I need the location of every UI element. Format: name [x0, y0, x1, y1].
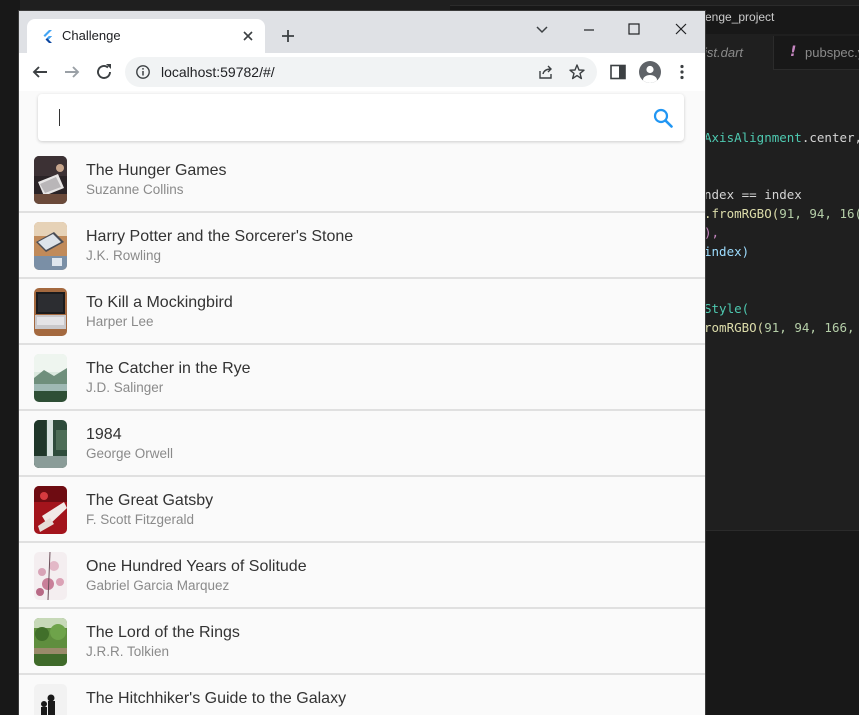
code-line: romRGBO(91, 94, 166, 1: [704, 320, 855, 335]
book-cover-image: [34, 486, 67, 534]
tab-title: Challenge: [62, 28, 121, 43]
book-cover-image: [34, 420, 67, 468]
share-icon[interactable]: [537, 63, 555, 81]
code-line: AxisAlignment.center,: [704, 130, 859, 145]
list-item[interactable]: 1984 George Orwell: [19, 411, 705, 477]
list-item[interactable]: The Great Gatsby F. Scott Fitzgerald: [19, 477, 705, 543]
list-item[interactable]: Harry Potter and the Sorcerer's Stone J.…: [19, 213, 705, 279]
code-line: ),: [704, 225, 720, 240]
search-input[interactable]: [58, 104, 638, 132]
person-icon: [643, 65, 657, 83]
search-icon[interactable]: [652, 107, 674, 129]
book-title: Harry Potter and the Sorcerer's Stone: [86, 228, 354, 245]
address-bar[interactable]: localhost:59782/#/: [125, 57, 597, 87]
book-title: The Hunger Games: [86, 162, 227, 179]
code-line: .fromRGBO(91, 94, 16(: [704, 206, 859, 221]
reload-icon[interactable]: [92, 60, 116, 84]
ide-tab-label: ist.dart: [704, 45, 744, 60]
book-title: The Great Gatsby: [86, 492, 214, 509]
chevron-down-icon[interactable]: [525, 16, 559, 44]
profile-icon[interactable]: [639, 61, 661, 83]
book-author: Gabriel Garcia Marquez: [86, 578, 230, 593]
code-line: Style(: [704, 301, 750, 316]
tab-strip: Challenge: [19, 11, 705, 53]
flutter-logo-icon: [43, 30, 52, 43]
info-icon[interactable]: [135, 64, 151, 80]
plus-icon[interactable]: [277, 25, 299, 47]
star-icon[interactable]: [568, 63, 586, 81]
browser-window: Challenge localhost:59782/#/ The Hunger …: [19, 11, 705, 715]
book-author: Harper Lee: [86, 314, 154, 329]
list-item[interactable]: One Hundred Years of Solitude Gabriel Ga…: [19, 543, 705, 609]
ide-panel: [704, 530, 859, 715]
book-title: The Catcher in the Rye: [86, 360, 251, 377]
browser-toolbar: localhost:59782/#/: [19, 53, 705, 91]
maximize-icon[interactable]: [617, 16, 651, 44]
list-item[interactable]: The Hitchhiker's Guide to the Galaxy: [19, 675, 705, 715]
list-item[interactable]: To Kill a Mockingbird Harper Lee: [19, 279, 705, 345]
book-author: J.K. Rowling: [86, 248, 162, 263]
ide-activity-bar: [0, 0, 20, 715]
arrow-right-icon[interactable]: [60, 60, 84, 84]
book-cover-image: [34, 156, 67, 204]
close-icon[interactable]: [664, 16, 698, 44]
book-cover-image: [34, 354, 67, 402]
warning-icon: !: [790, 44, 797, 60]
book-title: To Kill a Mockingbird: [86, 294, 233, 311]
ide-tab-list-dart[interactable]: ist.dart: [704, 36, 774, 70]
arrow-left-icon[interactable]: [28, 60, 52, 84]
book-list: The Hunger Games Suzanne Collins Harry P…: [19, 147, 705, 715]
close-icon[interactable]: [239, 27, 257, 45]
text-caret: [59, 109, 60, 126]
minimize-icon[interactable]: [572, 16, 606, 44]
kebab-menu-icon[interactable]: [672, 62, 692, 82]
book-cover-image: [34, 618, 67, 666]
code-line: ndex == index: [704, 187, 802, 202]
book-author: George Orwell: [86, 446, 174, 461]
side-panel-icon[interactable]: [608, 62, 628, 82]
book-cover-image: [34, 684, 67, 715]
book-title: The Hitchhiker's Guide to the Galaxy: [86, 690, 347, 707]
book-cover-image: [34, 552, 67, 600]
search-bar-container: [19, 91, 705, 147]
list-item[interactable]: The Lord of the Rings J.R.R. Tolkien: [19, 609, 705, 675]
list-item[interactable]: The Hunger Games Suzanne Collins: [19, 147, 705, 213]
tab-challenge[interactable]: Challenge: [27, 19, 265, 53]
book-title: The Lord of the Rings: [86, 624, 240, 641]
app-page: The Hunger Games Suzanne Collins Harry P…: [19, 91, 705, 715]
url-text: localhost:59782/#/: [161, 64, 275, 80]
book-title: One Hundred Years of Solitude: [86, 558, 307, 575]
book-cover-image: [34, 288, 67, 336]
code-line: index): [704, 244, 750, 259]
book-cover-image: [34, 222, 67, 270]
ide-window-title: enge_project: [705, 10, 775, 24]
book-author: F. Scott Fitzgerald: [86, 512, 195, 527]
ide-tab-label: pubspec.y: [805, 45, 859, 60]
book-author: Suzanne Collins: [86, 182, 184, 197]
search-bar: [38, 94, 684, 141]
book-title: 1984: [86, 426, 122, 443]
list-item[interactable]: The Catcher in the Rye J.D. Salinger: [19, 345, 705, 411]
book-author: J.D. Salinger: [86, 380, 164, 395]
ide-tab-pubspec[interactable]: ! pubspec.y: [776, 36, 859, 70]
book-author: J.R.R. Tolkien: [86, 644, 170, 659]
